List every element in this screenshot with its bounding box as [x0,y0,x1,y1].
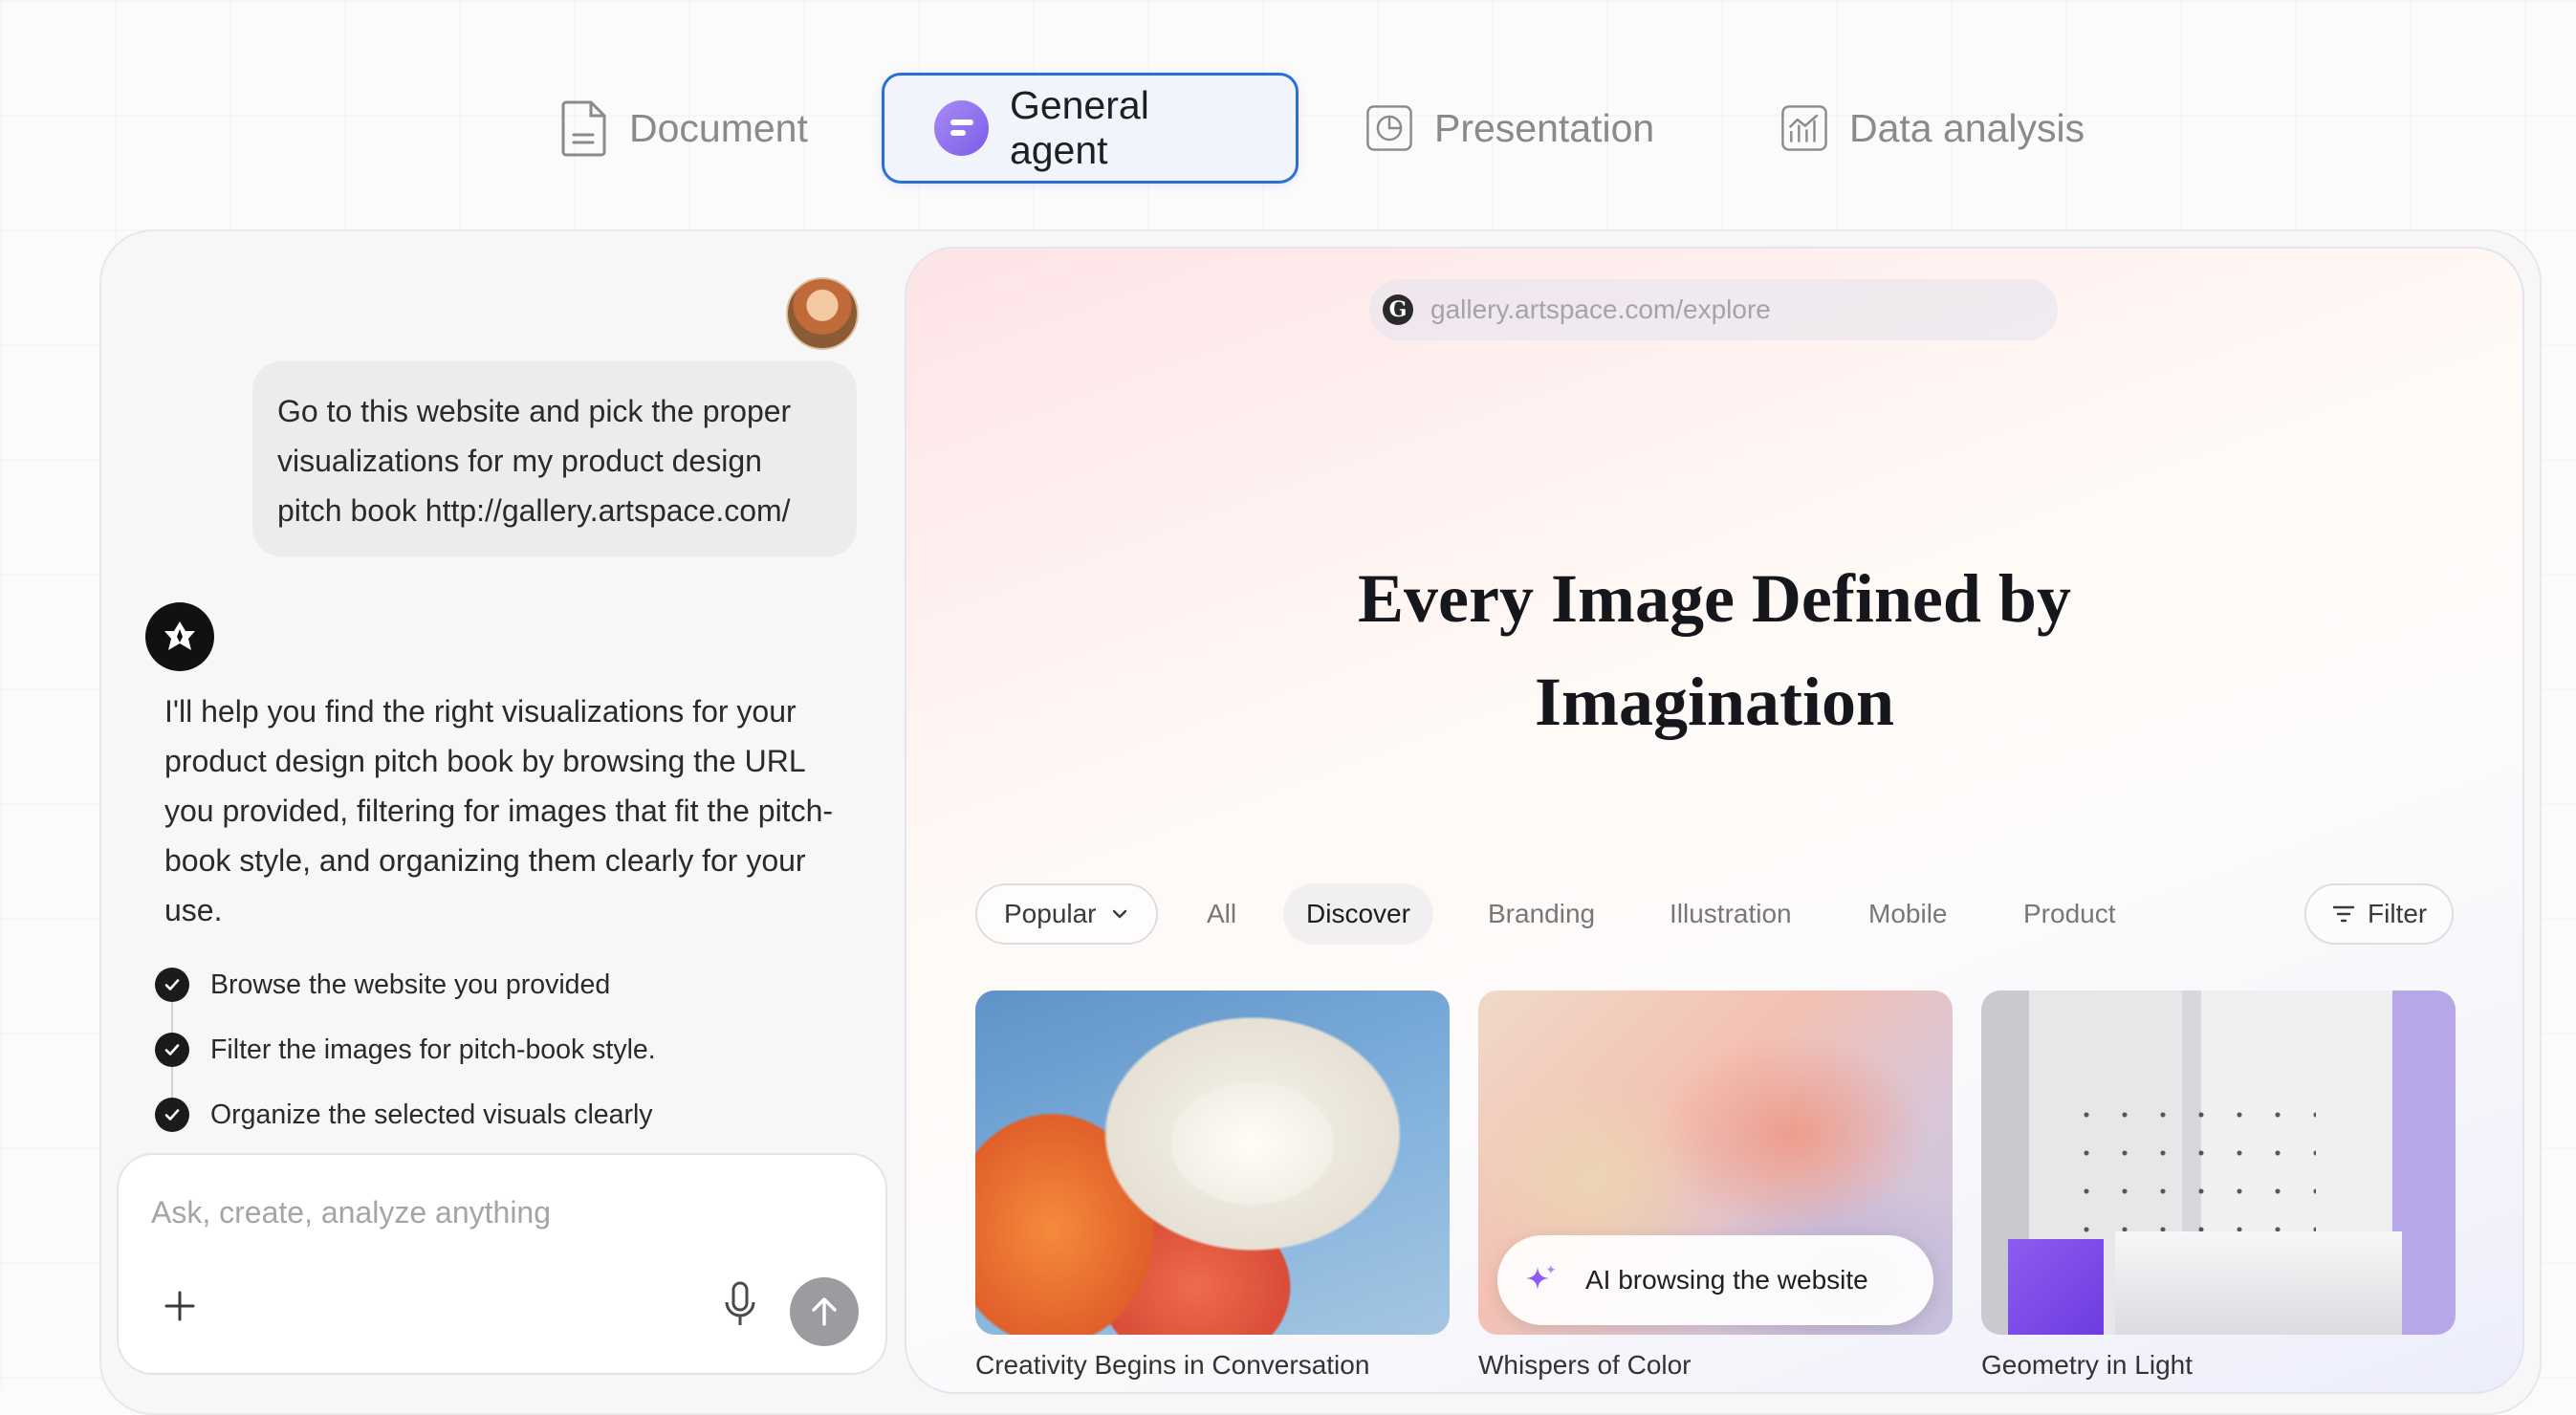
address-bar[interactable]: G gallery.artspace.com/explore [1369,279,2058,340]
card-caption: Geometry in Light [1981,1350,2193,1380]
hero-line-2: Imagination [1534,664,1895,740]
arrow-up-icon [812,1297,837,1326]
assistant-message: I'll help you find the right visualizati… [164,694,834,927]
category-illustration[interactable]: Illustration [1670,883,1792,945]
geometric-block [2115,1231,2402,1335]
step-item: Filter the images for pitch-book style. [155,1017,862,1082]
voice-input-button[interactable] [721,1277,759,1331]
site-favicon-icon: G [1383,294,1413,325]
gallery-card[interactable]: Geometry in Light [1981,990,2456,1381]
card-image [975,990,1450,1335]
category-bar: Popular All Discover Branding Illustrati… [906,883,2522,945]
card-caption: Whispers of Color [1478,1350,1692,1380]
user-message-bubble: Go to this website and pick the proper v… [252,361,857,556]
step-label: Browse the website you provided [210,969,611,1000]
data-analysis-icon [1780,98,1828,158]
category-mobile[interactable]: Mobile [1868,883,1947,945]
hero-line-1: Every Image Defined by [1358,560,2071,637]
sort-dropdown[interactable]: Popular [975,883,1158,945]
task-steps: Browse the website you provided Filter t… [155,952,862,1147]
ai-status-text: AI browsing the website [1585,1265,1868,1295]
tab-label: General agent [1009,83,1149,172]
tab-data-analysis[interactable]: Data analysis [1780,73,2085,184]
tab-label: Data analysis [1849,105,2085,150]
microphone-icon [725,1281,755,1325]
step-label: Filter the images for pitch-book style. [210,1034,656,1065]
category-product[interactable]: Product [2023,883,2116,945]
gallery-card[interactable]: AI browsing the website Whispers of Colo… [1478,990,1953,1381]
dot-pattern [2067,1096,2316,1249]
step-item: Browse the website you provided [155,952,862,1017]
tab-general-agent[interactable]: General agent [882,73,1299,184]
card-caption: Creativity Begins in Conversation [975,1350,1370,1380]
category-discover[interactable]: Discover [1283,883,1433,945]
chevron-down-icon [1112,909,1126,919]
user-message-text: Go to this website and pick the proper v… [277,394,792,528]
check-icon [155,968,189,1002]
gallery-card[interactable]: Creativity Begins in Conversation [975,990,1450,1381]
category-branding[interactable]: Branding [1488,883,1595,945]
step-label: Organize the selected visuals clearly [210,1099,653,1130]
card-image [1981,990,2456,1335]
add-attachment-button[interactable] [159,1285,201,1327]
tab-document[interactable]: Document [560,73,808,184]
tab-label: Presentation [1434,105,1655,150]
check-icon [155,1098,189,1132]
filter-icon [2332,905,2355,923]
mode-tabs: Document General agent Presentation Data… [0,73,2576,184]
step-item: Organize the selected visuals clearly [155,1082,862,1147]
sparkle-icon [1526,1265,1556,1290]
card-image: AI browsing the website [1478,990,1953,1335]
browser-preview: G gallery.artspace.com/explore Every Ima… [905,247,2524,1394]
chat-input[interactable] [149,1187,822,1237]
url-text: gallery.artspace.com/explore [1430,294,1771,324]
filter-label: Filter [2368,899,2428,928]
tab-presentation[interactable]: Presentation [1365,73,1654,184]
document-icon [560,98,608,158]
assistant-logo-icon [145,602,214,671]
hero-heading: Every Image Defined by Imagination [906,547,2522,753]
filter-button[interactable]: Filter [2304,883,2455,945]
plus-icon [164,1291,195,1321]
purple-cube [2008,1239,2104,1335]
tab-label: Document [629,105,808,150]
user-avatar [786,277,859,350]
send-button[interactable] [790,1277,859,1346]
category-all[interactable]: All [1207,883,1236,945]
agent-chat-icon [934,100,989,156]
sort-label: Popular [1004,899,1097,928]
chat-composer [117,1153,887,1375]
ai-status-pill: AI browsing the website [1497,1235,1933,1325]
presentation-icon [1365,98,1413,158]
check-icon [155,1033,189,1067]
